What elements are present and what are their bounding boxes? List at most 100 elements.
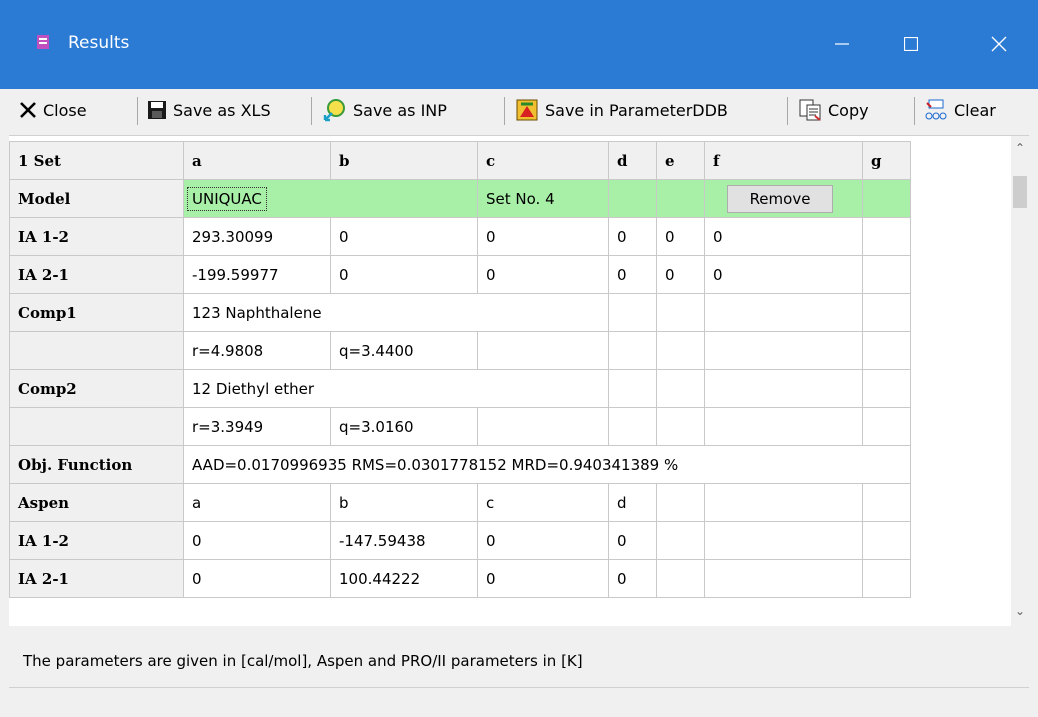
clear-button[interactable]: Clear [924,93,996,127]
table-cell[interactable] [862,407,911,446]
app-icon [37,35,49,49]
scrollbar-thumb[interactable] [1013,176,1027,208]
table-cell[interactable]: -147.59438 [330,521,478,560]
row-label-aspen: Aspen [9,483,184,522]
table-cell[interactable] [862,483,911,522]
table-cell[interactable] [608,293,657,332]
table-cell[interactable]: a [183,483,331,522]
table-row: IA 2-1 0 100.44222 0 0 [9,559,911,598]
table-cell[interactable] [608,369,657,408]
table-cell[interactable] [862,331,911,370]
table-cell[interactable]: 0 [477,521,609,560]
table-cell[interactable]: 0 [477,255,609,294]
table-cell[interactable] [704,293,863,332]
table-cell[interactable] [704,407,863,446]
row-label-empty [9,407,184,446]
table-cell[interactable]: 0 [608,559,657,598]
maximize-button[interactable] [891,26,931,62]
table-cell[interactable]: 0 [704,255,863,294]
table-cell[interactable] [704,559,863,598]
table-cell[interactable]: b [330,483,478,522]
table-cell[interactable] [477,407,609,446]
toolbar-separator [311,97,312,125]
x-icon [20,102,36,118]
table-row: Comp1 123 Naphthalene [9,293,911,332]
table-cell[interactable]: 0 [704,217,863,256]
minimize-button[interactable] [822,26,862,62]
table-cell[interactable]: d [608,483,657,522]
table-cell[interactable] [656,521,705,560]
column-header-f: f [704,141,863,180]
table-cell[interactable]: c [477,483,609,522]
chevron-up-icon[interactable]: ⌃ [1011,138,1029,158]
results-window: Results Close Save as XLS Save as INP Sa [0,0,1038,717]
table-cell[interactable] [477,331,609,370]
table-cell[interactable]: 293.30099 [183,217,331,256]
table-cell[interactable]: 100.44222 [330,559,478,598]
table-cell[interactable] [704,521,863,560]
table-cell[interactable] [656,179,705,218]
title-bar[interactable]: Results [0,0,1038,89]
table-cell[interactable] [608,331,657,370]
table-cell[interactable]: r=3.3949 [183,407,331,446]
table-cell[interactable]: 0 [608,521,657,560]
table-cell[interactable]: q=3.0160 [330,407,478,446]
table-cell[interactable] [862,293,911,332]
save-xls-button[interactable]: Save as XLS [147,93,271,127]
status-bar: The parameters are given in [cal/mol], A… [9,627,1029,717]
table-cell[interactable] [656,483,705,522]
table-cell[interactable]: 0 [183,559,331,598]
close-button[interactable]: Close [19,93,87,127]
table-cell[interactable] [608,407,657,446]
table-cell[interactable] [704,483,863,522]
table-cell[interactable] [656,369,705,408]
save-inp-button[interactable]: Save as INP [323,93,447,127]
table-cell[interactable] [862,255,911,294]
component-name-cell[interactable]: 12 Diethyl ether [183,369,609,408]
set-number-cell[interactable]: Set No. 4 [477,179,609,218]
save-parameterddb-button[interactable]: Save in ParameterDDB [515,93,728,127]
table-cell[interactable] [656,407,705,446]
table-cell[interactable] [656,293,705,332]
table-cell[interactable]: 0 [330,217,478,256]
export-inp-icon [323,99,345,122]
clear-label: Clear [954,100,996,120]
table-cell[interactable]: q=3.4400 [330,331,478,370]
chevron-down-icon[interactable]: ⌄ [1011,601,1029,621]
component-name-cell[interactable]: 123 Naphthalene [183,293,609,332]
table-cell[interactable]: 0 [656,255,705,294]
column-header-set: 1 Set [9,141,184,180]
table-cell[interactable] [862,179,911,218]
minimize-icon [835,43,849,45]
save-parameterddb-label: Save in ParameterDDB [545,100,728,120]
vertical-scrollbar[interactable]: ⌃ ⌄ [1011,136,1029,626]
model-name-cell[interactable]: UNIQUAC [183,179,478,218]
table-cell[interactable] [704,331,863,370]
table-cell[interactable]: 0 [608,217,657,256]
table-cell[interactable] [704,369,863,408]
table-cell[interactable]: r=4.9808 [183,331,331,370]
table-cell[interactable]: 0 [477,559,609,598]
copy-icon [799,99,821,121]
table-cell[interactable]: 0 [330,255,478,294]
table-cell[interactable] [656,559,705,598]
results-grid[interactable]: 1 Set a b c d e f g Model UNIQUAC Set No… [9,135,1029,626]
table-cell[interactable]: -199.59977 [183,255,331,294]
table-cell[interactable] [862,559,911,598]
objective-function-cell[interactable]: AAD=0.0170996935 RMS=0.0301778152 MRD=0.… [183,445,911,484]
close-window-button[interactable] [979,26,1019,62]
table-cell[interactable] [608,179,657,218]
copy-button[interactable]: Copy [798,93,869,127]
table-cell[interactable]: 0 [656,217,705,256]
table-cell[interactable] [656,331,705,370]
table-cell[interactable] [862,521,911,560]
column-header-g: g [862,141,911,180]
column-header-d: d [608,141,657,180]
remove-button[interactable]: Remove [727,184,833,213]
table-cell[interactable]: 0 [608,255,657,294]
table-cell[interactable]: 0 [477,217,609,256]
table-cell[interactable] [862,217,911,256]
maximize-icon [904,37,918,51]
table-cell[interactable]: 0 [183,521,331,560]
table-cell[interactable] [862,369,911,408]
